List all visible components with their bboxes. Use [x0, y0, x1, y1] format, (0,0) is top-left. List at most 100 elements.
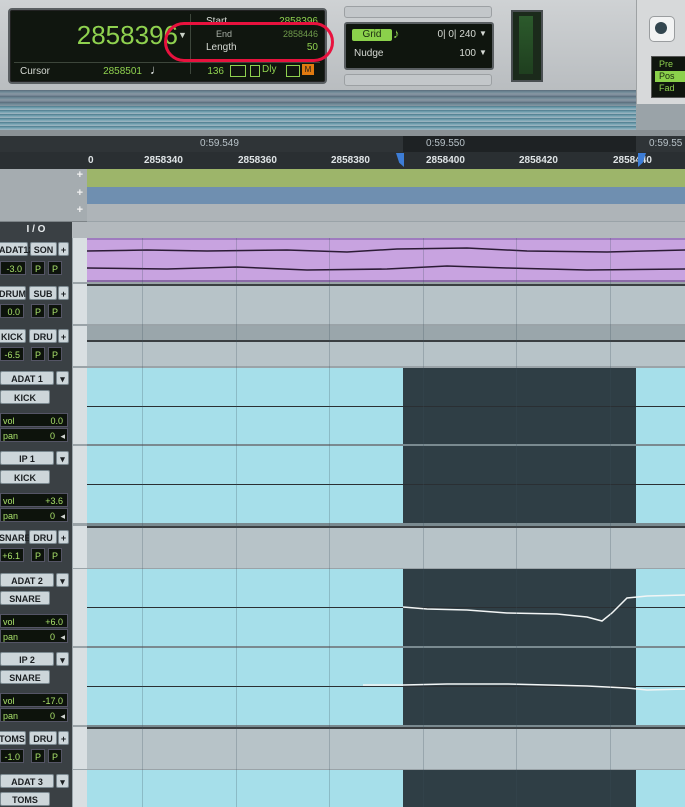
pan-p-button[interactable]: P [48, 347, 62, 361]
pan-value[interactable]: 0 [50, 709, 55, 723]
pan-arrow-icon[interactable]: ◂ [60, 509, 65, 523]
audio-clip[interactable] [87, 446, 685, 523]
track-color-strip[interactable] [72, 446, 88, 523]
output-selector[interactable]: DRU [29, 329, 57, 343]
pan-arrow-icon[interactable]: ◂ [60, 709, 65, 723]
pan-row[interactable]: pan 0 ◂ [0, 428, 68, 442]
aux-track-lane[interactable] [87, 340, 685, 366]
input-selector[interactable]: IP 1 [0, 451, 54, 465]
add-marker-icon[interactable]: + [77, 187, 83, 199]
volume-value[interactable]: +3.6 [45, 494, 63, 508]
input-dropdown-icon[interactable]: ▾ [56, 371, 69, 385]
track-color-strip[interactable] [72, 326, 88, 366]
track-color-strip[interactable] [72, 526, 88, 568]
input-dropdown-icon[interactable]: ▾ [56, 652, 69, 666]
grid-button[interactable]: Grid [352, 29, 392, 41]
output-selector[interactable]: DRU [29, 530, 57, 544]
pan-arrow-icon[interactable]: ◂ [60, 630, 65, 644]
fade-item[interactable]: Fad [655, 83, 685, 94]
volume-value[interactable]: -17.0 [42, 694, 63, 708]
output-extra-button[interactable]: + [58, 329, 69, 343]
input-selector[interactable]: SNARE [0, 530, 31, 544]
output-selector[interactable]: KICK [0, 390, 50, 404]
input-selector[interactable]: ADAT 1 [0, 371, 54, 385]
input-dropdown-icon[interactable]: ▾ [56, 774, 69, 788]
grid-value[interactable]: 0| 0| 240 [416, 29, 476, 40]
output-extra-button[interactable]: + [58, 286, 69, 300]
output-selector[interactable]: KICK [0, 470, 50, 484]
pan-row[interactable]: pan 0 ◂ [0, 508, 68, 522]
nudge-value[interactable]: 100 [416, 48, 476, 59]
aux-track-lane[interactable] [87, 727, 685, 769]
aux-clip-purple[interactable] [87, 238, 685, 282]
post-item[interactable]: Pos [655, 71, 685, 82]
input-selector[interactable]: ADAT 2 [0, 573, 54, 587]
track-color-strip[interactable] [72, 569, 88, 646]
pan-value[interactable]: 0 [50, 429, 55, 443]
pan-arrow-icon[interactable]: ◂ [60, 429, 65, 443]
volume-value[interactable]: -1.0 [0, 749, 24, 763]
tempo-value[interactable]: 136 [196, 66, 224, 77]
conductor-icon[interactable] [230, 65, 246, 77]
input-selector[interactable]: ADAT12 [0, 242, 33, 256]
input-selector[interactable]: DRUM [0, 286, 26, 300]
volume-row[interactable]: vol 0.0 [0, 413, 68, 427]
add-marker-icon[interactable]: + [77, 169, 83, 181]
input-dropdown-icon[interactable]: ▾ [56, 573, 69, 587]
output-extra-button[interactable]: + [58, 731, 69, 745]
output-extra-button[interactable]: + [58, 242, 69, 256]
track-color-strip[interactable] [72, 770, 88, 807]
pan-value[interactable]: 0 [50, 630, 55, 644]
marker-lane-blue[interactable] [87, 187, 685, 204]
delay-label[interactable]: Dly [262, 64, 276, 75]
output-selector[interactable]: SON [30, 242, 57, 256]
nudge-dropdown-icon[interactable]: ▼ [479, 48, 487, 57]
pan-row[interactable]: pan 0 ◂ [0, 708, 68, 722]
pan-p-button[interactable]: P [31, 347, 45, 361]
output-extra-button[interactable]: + [58, 530, 69, 544]
volume-row[interactable]: vol +6.0 [0, 614, 68, 628]
volume-value[interactable]: 0.0 [0, 304, 24, 318]
pre-item[interactable]: Pre [655, 59, 685, 70]
pan-p-button[interactable]: P [48, 548, 62, 562]
metronome-icon[interactable] [250, 65, 260, 77]
output-selector[interactable]: SNARE [0, 670, 50, 684]
input-selector[interactable]: KICK [0, 329, 26, 343]
track-color-strip[interactable] [72, 284, 88, 324]
main-counter-display[interactable]: 2858396 [10, 20, 178, 51]
output-selector[interactable]: SNARE [0, 591, 50, 605]
input-dropdown-icon[interactable]: ▾ [56, 451, 69, 465]
pan-value[interactable]: 0 [50, 509, 55, 523]
output-selector[interactable]: SUB [29, 286, 57, 300]
track-color-strip[interactable] [72, 648, 88, 725]
marker-lane-gray[interactable] [87, 204, 685, 221]
track-color-strip[interactable] [72, 368, 88, 444]
pan-p-button[interactable]: P [31, 749, 45, 763]
volume-value[interactable]: -6.5 [0, 347, 24, 361]
audio-clip[interactable] [87, 368, 685, 444]
countoff-icon[interactable] [286, 65, 300, 77]
output-selector[interactable]: DRU [29, 731, 57, 745]
audio-clip[interactable] [87, 648, 685, 725]
marker-lane-green[interactable] [87, 169, 685, 187]
pan-p-button[interactable]: P [48, 261, 62, 275]
add-marker-icon[interactable]: + [77, 204, 83, 216]
volume-value[interactable]: 0.0 [50, 414, 63, 428]
pan-p-button[interactable]: P [48, 749, 62, 763]
track-color-strip[interactable] [72, 238, 88, 282]
input-selector[interactable]: IP 2 [0, 652, 54, 666]
pan-row[interactable]: pan 0 ◂ [0, 629, 68, 643]
output-selector[interactable]: TOMS [0, 792, 50, 806]
pan-p-button[interactable]: P [48, 304, 62, 318]
aux-track-lane[interactable] [87, 526, 685, 568]
audio-clip[interactable] [87, 770, 685, 807]
midi-merge-icon[interactable]: M [302, 64, 314, 75]
volume-value[interactable]: +6.0 [45, 615, 63, 629]
volume-value[interactable]: +6.1 [0, 548, 24, 562]
input-selector[interactable]: TOMS [0, 731, 26, 745]
volume-row[interactable]: vol +3.6 [0, 493, 68, 507]
aux-track-lane[interactable] [87, 284, 685, 324]
input-selector[interactable]: ADAT 3 [0, 774, 54, 788]
pan-p-button[interactable]: P [31, 304, 45, 318]
grid-dropdown-icon[interactable]: ▼ [479, 29, 487, 38]
